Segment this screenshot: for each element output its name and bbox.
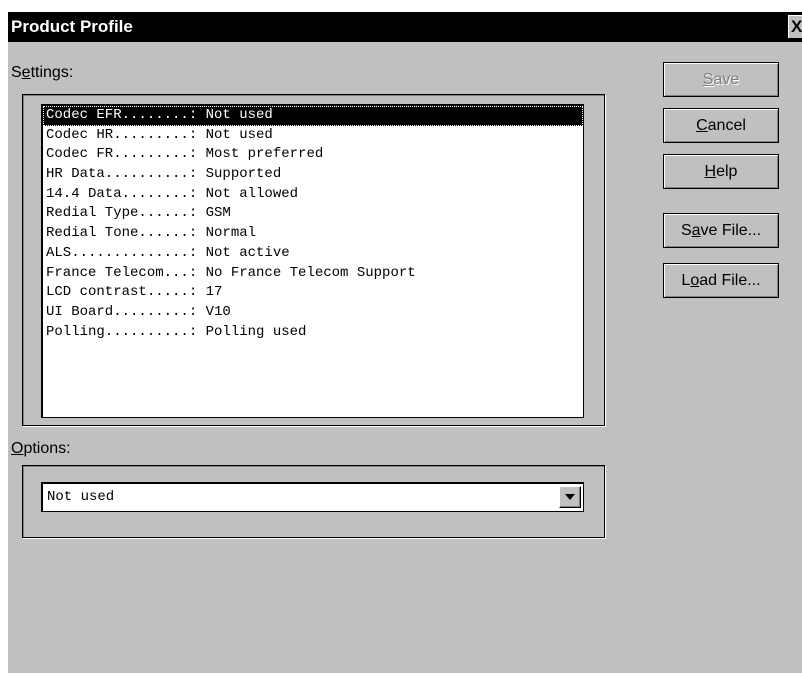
close-icon: X: [791, 17, 802, 36]
options-label: Options:: [11, 440, 71, 457]
product-profile-dialog: Product Profile X Settings: Codec EFR...…: [8, 12, 802, 673]
settings-label: Settings:: [11, 64, 74, 81]
load-file-button[interactable]: Load File...: [663, 263, 779, 298]
chevron-down-icon: [565, 494, 575, 500]
close-button[interactable]: X: [788, 15, 802, 38]
save-file-button[interactable]: Save File...: [663, 213, 779, 248]
help-button[interactable]: Help: [663, 154, 779, 189]
list-item[interactable]: HR Data..........: Supported: [43, 165, 583, 185]
list-item[interactable]: LCD contrast.....: 17: [43, 283, 583, 303]
settings-listbox[interactable]: Codec EFR........: Not used Codec HR....…: [41, 104, 584, 418]
list-item[interactable]: Codec FR.........: Most preferred: [43, 145, 583, 165]
list-item[interactable]: UI Board.........: V10: [43, 303, 583, 323]
title-bar[interactable]: Product Profile X: [8, 12, 802, 42]
list-item[interactable]: France Telecom...: No France Telecom Sup…: [43, 264, 583, 284]
list-item[interactable]: 14.4 Data........: Not allowed: [43, 185, 583, 205]
options-dropdown-button[interactable]: [559, 486, 581, 508]
options-dropdown[interactable]: Not used: [41, 482, 584, 512]
save-button[interactable]: Save: [663, 62, 779, 97]
list-item[interactable]: ALS..............: Not active: [43, 244, 583, 264]
list-item[interactable]: Redial Type......: GSM: [43, 204, 583, 224]
window-title: Product Profile: [11, 17, 133, 36]
list-item[interactable]: Codec EFR........: Not used: [43, 106, 583, 126]
list-item[interactable]: Polling..........: Polling used: [43, 323, 583, 343]
list-item[interactable]: Redial Tone......: Normal: [43, 224, 583, 244]
options-selected-value: Not used: [47, 489, 115, 505]
cancel-button[interactable]: Cancel: [663, 108, 779, 143]
list-item[interactable]: Codec HR.........: Not used: [43, 126, 583, 146]
